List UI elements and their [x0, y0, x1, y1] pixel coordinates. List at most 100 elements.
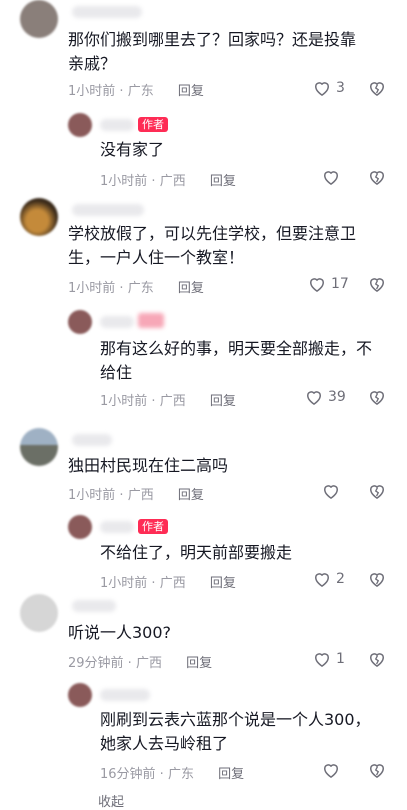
broken-heart-icon	[369, 653, 385, 667]
comment-text-line: 亲戚？	[68, 54, 117, 73]
dislike-button[interactable]	[367, 78, 387, 98]
like-button[interactable]	[321, 167, 341, 187]
reply-button[interactable]: 回复	[210, 576, 236, 591]
reply-meta: 1小时前 · 广西 回复	[100, 394, 236, 409]
author-badge-blurred	[138, 313, 164, 328]
like-count: 39	[328, 389, 346, 405]
broken-heart-icon	[369, 764, 385, 778]
reply-meta: 1小时前 · 广西 回复	[100, 576, 236, 591]
reply-button[interactable]: 回复	[210, 174, 236, 189]
reply-text: 那有这么好的事，明天要全部搬走，不 给住	[100, 337, 400, 385]
username-blurred[interactable]	[100, 689, 150, 701]
reply-location: 广西	[159, 576, 186, 591]
like-button[interactable]: 1	[312, 649, 345, 669]
reply-text-line: 给住	[100, 363, 133, 382]
dislike-button[interactable]	[367, 760, 387, 780]
comment-location: 广西	[135, 656, 162, 671]
comment-meta: 1小时前 · 广东 回复	[68, 84, 204, 99]
heart-icon	[309, 278, 325, 292]
reply-time: 1小时前	[100, 394, 148, 409]
comment-text: 听说一人300?	[68, 621, 398, 645]
reply-time: 16分钟前	[100, 767, 156, 782]
collapse-replies-button[interactable]: 收起	[98, 791, 124, 810]
avatar[interactable]	[20, 594, 58, 632]
comment-text-line: 学校放假了，可以先住学校，但要注意卫	[68, 224, 357, 243]
username-blurred[interactable]	[100, 316, 134, 328]
reply-button[interactable]: 回复	[186, 656, 212, 671]
like-button[interactable]: 3	[312, 78, 345, 98]
reply-time: 1小时前	[100, 174, 148, 189]
reply-text-line: 不给住了，明天前部要搬走	[100, 543, 293, 562]
reply-button[interactable]: 回复	[218, 767, 244, 782]
comment-text-line: 独田村民现在住二高吗	[68, 456, 229, 475]
broken-heart-icon	[369, 82, 385, 96]
avatar[interactable]	[20, 198, 58, 236]
heart-icon	[323, 485, 339, 499]
avatar[interactable]	[68, 683, 92, 707]
broken-heart-icon	[369, 171, 385, 185]
comment-location: 广东	[127, 281, 154, 296]
heart-icon	[314, 653, 330, 667]
reply-text-line: 刚刷到云表六蓝那个说是一个人300，	[100, 710, 371, 729]
like-button[interactable]	[321, 481, 341, 501]
reply-text: 不给住了，明天前部要搬走	[100, 541, 292, 565]
broken-heart-icon	[369, 278, 385, 292]
username-blurred[interactable]	[72, 204, 144, 216]
reply-meta: 16分钟前 · 广东 回复	[100, 767, 245, 782]
reply-button[interactable]: 回复	[178, 281, 204, 296]
dislike-button[interactable]	[367, 167, 387, 187]
like-button[interactable]: 39	[304, 387, 346, 407]
like-button[interactable]: 17	[307, 274, 349, 294]
comment-text-line: 那你们搬到哪里去了？回家吗？还是投靠	[68, 30, 357, 49]
like-count: 1	[336, 651, 345, 667]
reply-text-line: 她家人去马岭租了	[100, 734, 229, 753]
dislike-button[interactable]	[367, 649, 387, 669]
username-blurred[interactable]	[100, 521, 134, 533]
comment-time: 29分钟前	[68, 656, 124, 671]
avatar[interactable]	[20, 428, 58, 466]
reply-text: 没有家了	[100, 138, 164, 162]
comment-meta: 29分钟前 · 广西 回复	[68, 656, 213, 671]
reply-meta: 1小时前 · 广西 回复	[100, 174, 236, 189]
comment-meta: 1小时前 · 广东 回复	[68, 281, 204, 296]
reply-location: 广西	[159, 174, 186, 189]
username-blurred[interactable]	[72, 600, 116, 612]
dislike-button[interactable]	[367, 481, 387, 501]
heart-icon	[314, 573, 330, 587]
author-badge: 作者	[138, 519, 168, 534]
reply-button[interactable]: 回复	[178, 84, 204, 99]
avatar[interactable]	[20, 0, 58, 38]
broken-heart-icon	[369, 485, 385, 499]
username-blurred[interactable]	[72, 6, 142, 18]
avatar[interactable]	[68, 310, 92, 334]
reply-button[interactable]: 回复	[210, 394, 236, 409]
heart-icon	[323, 171, 339, 185]
comment-time: 1小时前	[68, 488, 116, 503]
reply-text: 刚刷到云表六蓝那个说是一个人300， 她家人去马岭租了	[100, 708, 400, 756]
broken-heart-icon	[369, 573, 385, 587]
avatar[interactable]	[68, 515, 92, 539]
like-button[interactable]	[321, 760, 341, 780]
username-blurred[interactable]	[100, 119, 134, 131]
heart-icon	[314, 82, 330, 96]
reply-button[interactable]: 回复	[178, 488, 204, 503]
dislike-button[interactable]	[367, 569, 387, 589]
heart-icon	[323, 764, 339, 778]
username-blurred[interactable]	[72, 434, 112, 446]
avatar[interactable]	[68, 113, 92, 137]
reply-time: 1小时前	[100, 576, 148, 591]
comment-text: 那你们搬到哪里去了？回家吗？还是投靠 亲戚？	[68, 28, 398, 76]
like-count: 2	[336, 571, 345, 587]
dislike-button[interactable]	[367, 387, 387, 407]
dislike-button[interactable]	[367, 274, 387, 294]
broken-heart-icon	[369, 391, 385, 405]
comment-text-line: 生，一户人住一个教室！	[68, 248, 245, 267]
like-count: 3	[336, 80, 345, 96]
like-count: 17	[331, 276, 349, 292]
reply-text-line: 那有这么好的事，明天要全部搬走，不	[100, 339, 373, 358]
comment-time: 1小时前	[68, 84, 116, 99]
comment-meta: 1小时前 · 广西 回复	[68, 488, 204, 503]
like-button[interactable]: 2	[312, 569, 345, 589]
comment-location: 广西	[127, 488, 154, 503]
comment-text-line: 听说一人300?	[68, 623, 172, 642]
